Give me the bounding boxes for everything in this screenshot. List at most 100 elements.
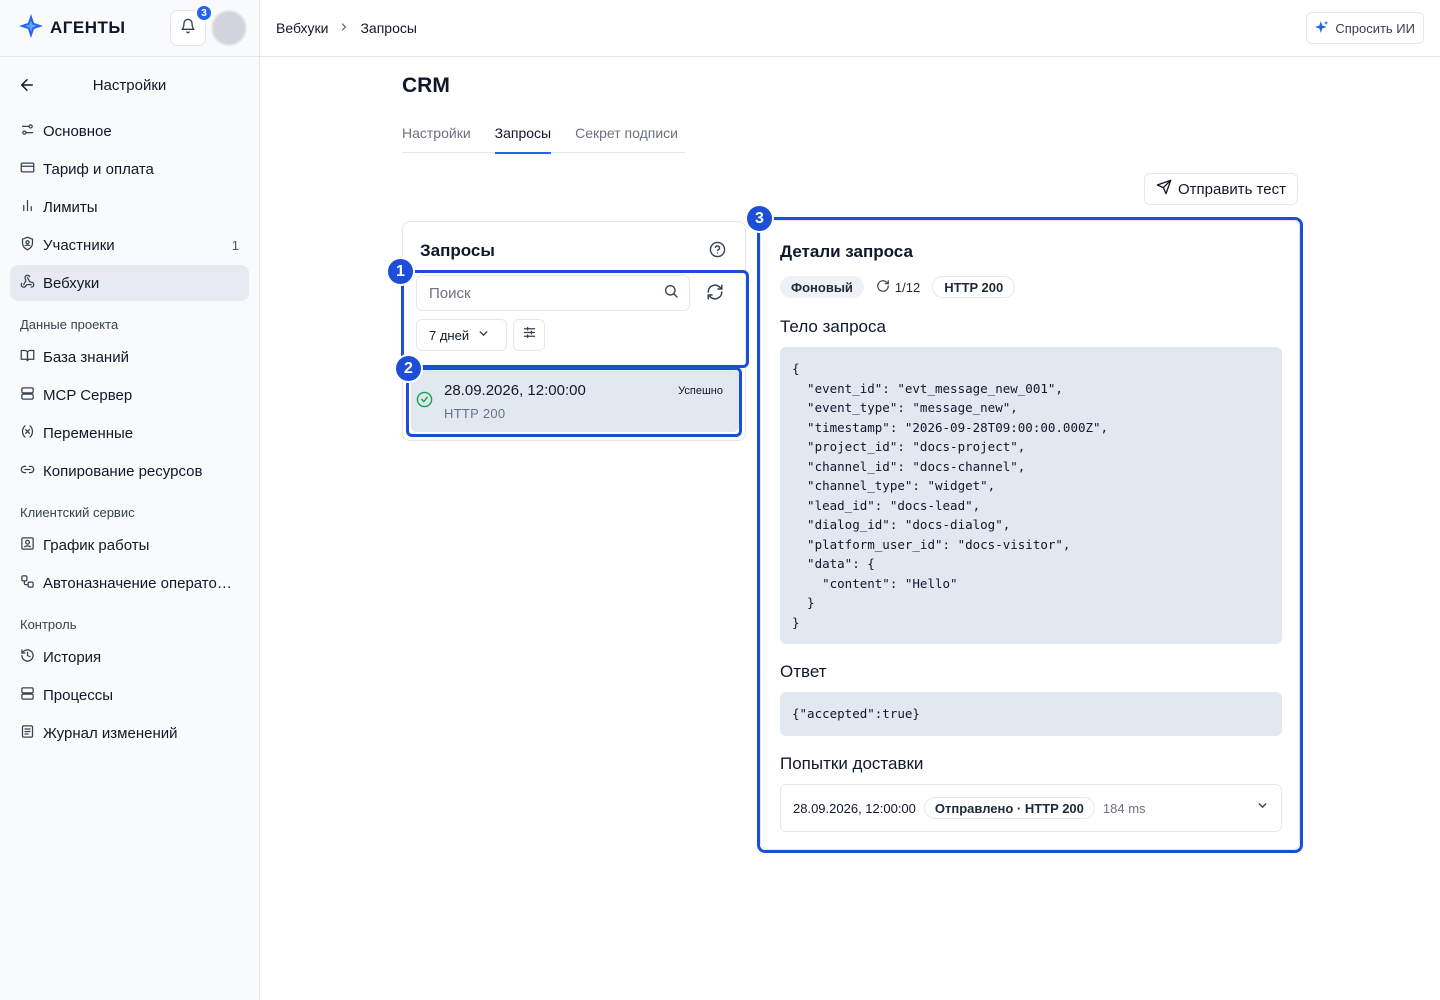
breadcrumb: Вебхуки Запросы bbox=[276, 20, 417, 36]
request-http-code: HTTP 200 bbox=[444, 406, 506, 421]
section-control: Контроль bbox=[20, 617, 77, 632]
sidebar-item-label: Процессы bbox=[43, 686, 114, 704]
sidebar-item-copy-resources[interactable]: Копирование ресурсов bbox=[10, 453, 249, 489]
sidebar-item-limits[interactable]: Лимиты bbox=[10, 189, 249, 225]
details-chips: Фоновый 1/12 HTTP 200 bbox=[780, 276, 1016, 298]
back-arrow-icon[interactable] bbox=[18, 76, 36, 94]
book-icon bbox=[20, 348, 35, 367]
variable-icon bbox=[20, 424, 35, 443]
attempt-duration: 184 ms bbox=[1102, 800, 1146, 816]
sidebar-item-label: База знаний bbox=[43, 348, 129, 366]
send-test-label: Отправить тест bbox=[1178, 180, 1286, 198]
chevron-down-icon bbox=[477, 327, 490, 343]
request-datetime: 28.09.2026, 12:00:00 bbox=[444, 382, 586, 399]
response-body: {"accepted":true} bbox=[780, 692, 1282, 736]
workflow-icon bbox=[20, 574, 35, 593]
sidebar-item-history[interactable]: История bbox=[10, 639, 249, 675]
body-title: Тело запроса bbox=[780, 317, 886, 336]
send-icon bbox=[1156, 179, 1172, 199]
requests-title: Запросы bbox=[420, 241, 495, 260]
sidebar-title: Настройки bbox=[92, 76, 167, 94]
logo-icon bbox=[18, 13, 44, 44]
request-details-panel: Детали запроса Фоновый 1/12 HTTP 200 Тел… bbox=[760, 220, 1300, 850]
notifications-badge: 3 bbox=[196, 5, 212, 21]
search-input[interactable] bbox=[429, 284, 663, 302]
server-icon bbox=[20, 686, 35, 705]
sidebar-item-webhooks[interactable]: Вебхуки bbox=[10, 265, 249, 301]
attempt-status: Отправлено · HTTP 200 bbox=[923, 797, 1095, 819]
sidebar-item-label: Тариф и оплата bbox=[43, 160, 154, 178]
sidebar-item-members[interactable]: Участники 1 bbox=[10, 227, 249, 263]
sidebar-item-label: График работы bbox=[43, 536, 150, 554]
tab-signature-secret[interactable]: Секрет подписи bbox=[575, 112, 678, 153]
sidebar-item-schedule[interactable]: График работы bbox=[10, 527, 249, 563]
history-icon bbox=[20, 648, 35, 667]
sidebar-header: Настройки bbox=[0, 57, 259, 113]
sidebar-item-auto-assign[interactable]: Автоназначение операторов bbox=[10, 565, 249, 601]
sidebar-item-label: Автоназначение операторов bbox=[43, 574, 239, 592]
sidebar-item-label: Вебхуки bbox=[43, 274, 100, 292]
send-test-button[interactable]: Отправить тест bbox=[1144, 173, 1298, 205]
attempt-datetime: 28.09.2026, 12:00:00 bbox=[793, 800, 916, 816]
requests-panel: Запросы 7 дней 28.09.2026, 12:00:00 HTTP… bbox=[402, 221, 746, 441]
server-icon bbox=[20, 386, 35, 405]
notifications-button[interactable]: 3 bbox=[170, 5, 212, 46]
webhook-icon bbox=[20, 274, 35, 293]
attempts-counter: 1/12 bbox=[872, 279, 924, 296]
refresh-icon[interactable] bbox=[706, 283, 724, 306]
logo-text: АГЕНТЫ bbox=[50, 18, 126, 37]
sidebar-item-knowledge-base[interactable]: База знаний bbox=[10, 339, 249, 375]
section-project-data: Данные проекта bbox=[20, 317, 119, 332]
filter-sliders-icon bbox=[522, 325, 537, 345]
search-field bbox=[416, 275, 690, 311]
highlight-marker-1: 1 bbox=[386, 257, 415, 286]
search-icon[interactable] bbox=[663, 283, 679, 304]
link-icon bbox=[20, 462, 35, 481]
http-badge: HTTP 200 bbox=[932, 276, 1016, 298]
sidebar-item-label: Переменные bbox=[43, 424, 134, 442]
ask-ai-label: Спросить ИИ bbox=[1335, 20, 1415, 36]
response-title: Ответ bbox=[780, 662, 827, 681]
details-title: Детали запроса bbox=[780, 242, 913, 261]
period-select[interactable]: 7 дней bbox=[416, 319, 507, 351]
section-client-service: Клиентский сервис bbox=[20, 505, 135, 520]
sidebar-item-general[interactable]: Основное bbox=[10, 113, 249, 149]
chevron-right-icon bbox=[338, 20, 350, 36]
sidebar: АГЕНТЫ 3 Настройки Основное Тариф и опла… bbox=[0, 0, 260, 1000]
page-title: CRM bbox=[402, 74, 450, 97]
sidebar-item-label: Основное bbox=[43, 122, 112, 140]
credit-card-icon bbox=[20, 160, 35, 179]
sliders-icon bbox=[20, 122, 35, 141]
sidebar-item-billing[interactable]: Тариф и оплата bbox=[10, 151, 249, 187]
sidebar-item-label: Журнал изменений bbox=[43, 724, 178, 742]
topbar: Вебхуки Запросы Спросить ИИ bbox=[260, 0, 1440, 57]
sidebar-item-variables[interactable]: Переменные bbox=[10, 415, 249, 451]
members-count: 1 bbox=[231, 237, 239, 253]
ask-ai-button[interactable]: Спросить ИИ bbox=[1306, 12, 1424, 44]
log-icon bbox=[20, 724, 35, 743]
sidebar-item-label: История bbox=[43, 648, 102, 666]
tabs: Настройки Запросы Секрет подписи bbox=[402, 112, 685, 154]
highlight-marker-3: 3 bbox=[745, 204, 774, 233]
sidebar-item-changelog[interactable]: Журнал изменений bbox=[10, 715, 249, 751]
sidebar-item-label: Копирование ресурсов bbox=[43, 462, 203, 480]
delivery-attempt-row[interactable]: 28.09.2026, 12:00:00 Отправлено · HTTP 2… bbox=[780, 784, 1282, 832]
request-row[interactable]: 28.09.2026, 12:00:00 HTTP 200 Успешно bbox=[411, 370, 739, 432]
sidebar-item-label: Участники bbox=[43, 236, 115, 254]
mode-badge: Фоновый bbox=[780, 276, 864, 298]
avatar[interactable] bbox=[211, 10, 247, 46]
sidebar-top: АГЕНТЫ 3 bbox=[0, 0, 259, 57]
chevron-down-icon[interactable] bbox=[1256, 799, 1269, 817]
sidebar-item-label: Лимиты bbox=[43, 198, 98, 216]
sidebar-item-label: MCP Сервер bbox=[43, 386, 133, 404]
sidebar-item-mcp-server[interactable]: MCP Сервер bbox=[10, 377, 249, 413]
filter-button[interactable] bbox=[513, 319, 545, 351]
logo[interactable]: АГЕНТЫ bbox=[18, 13, 126, 44]
tab-requests[interactable]: Запросы bbox=[494, 112, 552, 154]
bell-icon bbox=[180, 18, 196, 39]
tab-settings[interactable]: Настройки bbox=[402, 112, 471, 153]
help-circle-icon[interactable] bbox=[709, 241, 726, 263]
sidebar-item-processes[interactable]: Процессы bbox=[10, 677, 249, 713]
bar-chart-icon bbox=[20, 198, 35, 217]
breadcrumb-webhooks[interactable]: Вебхуки bbox=[276, 20, 328, 36]
